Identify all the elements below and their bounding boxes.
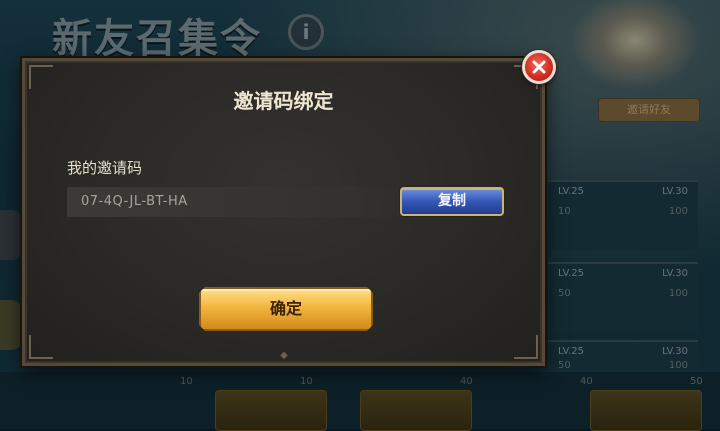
level-label: LV.30 <box>662 186 688 197</box>
close-button[interactable] <box>522 50 556 84</box>
my-invite-code-label: 我的邀请码 <box>67 159 143 177</box>
invite-friends-button: 邀请好友 <box>598 98 700 122</box>
reward-value: 50 <box>558 360 571 371</box>
dialog-bottom-ornament: ◆ <box>280 350 288 361</box>
level-label: LV.30 <box>662 268 688 279</box>
background-button <box>360 390 472 431</box>
reward-value: 40 <box>460 376 473 387</box>
dialog-corner-ornament <box>514 335 538 359</box>
side-decoration <box>0 300 22 350</box>
background-title: 新友召集令 <box>52 16 262 62</box>
hero-portrait <box>570 0 700 90</box>
reward-value: 50 <box>558 288 571 299</box>
reward-value: 100 <box>668 288 688 299</box>
reward-value: 10 <box>558 206 571 217</box>
copy-button[interactable]: 复制 <box>400 187 504 216</box>
confirm-button[interactable]: 确定 <box>199 287 373 331</box>
reward-value: 50 <box>690 376 703 387</box>
invite-code-value: 07-4Q-JL-BT-HA <box>81 194 188 209</box>
dialog-corner-ornament <box>29 335 53 359</box>
invite-code-dialog: ◆ 邀请码绑定 我的邀请码 07-4Q-JL-BT-HA 复制 确定 <box>22 58 545 366</box>
info-icon: i <box>288 14 324 50</box>
level-reward-panel: LV.25 LV.30 10 100 <box>548 180 698 250</box>
level-reward-panel: LV.25 LV.30 50 100 <box>548 262 698 332</box>
reward-value: 100 <box>668 360 688 371</box>
background-button <box>590 390 702 431</box>
reward-value: 10 <box>180 376 193 387</box>
side-decoration <box>0 210 22 260</box>
invite-code-field: 07-4Q-JL-BT-HA <box>67 187 405 217</box>
level-label: LV.25 <box>558 268 584 279</box>
level-label: LV.25 <box>558 186 584 197</box>
reward-value: 10 <box>300 376 313 387</box>
reward-value: 100 <box>668 206 688 217</box>
level-label: LV.25 <box>558 346 584 357</box>
close-x-icon <box>532 60 546 74</box>
level-label: LV.30 <box>662 346 688 357</box>
level-reward-panel: LV.25 LV.30 50 100 <box>548 340 698 374</box>
dialog-title: 邀请码绑定 <box>233 89 334 113</box>
reward-value: 40 <box>580 376 593 387</box>
background-button <box>215 390 327 431</box>
